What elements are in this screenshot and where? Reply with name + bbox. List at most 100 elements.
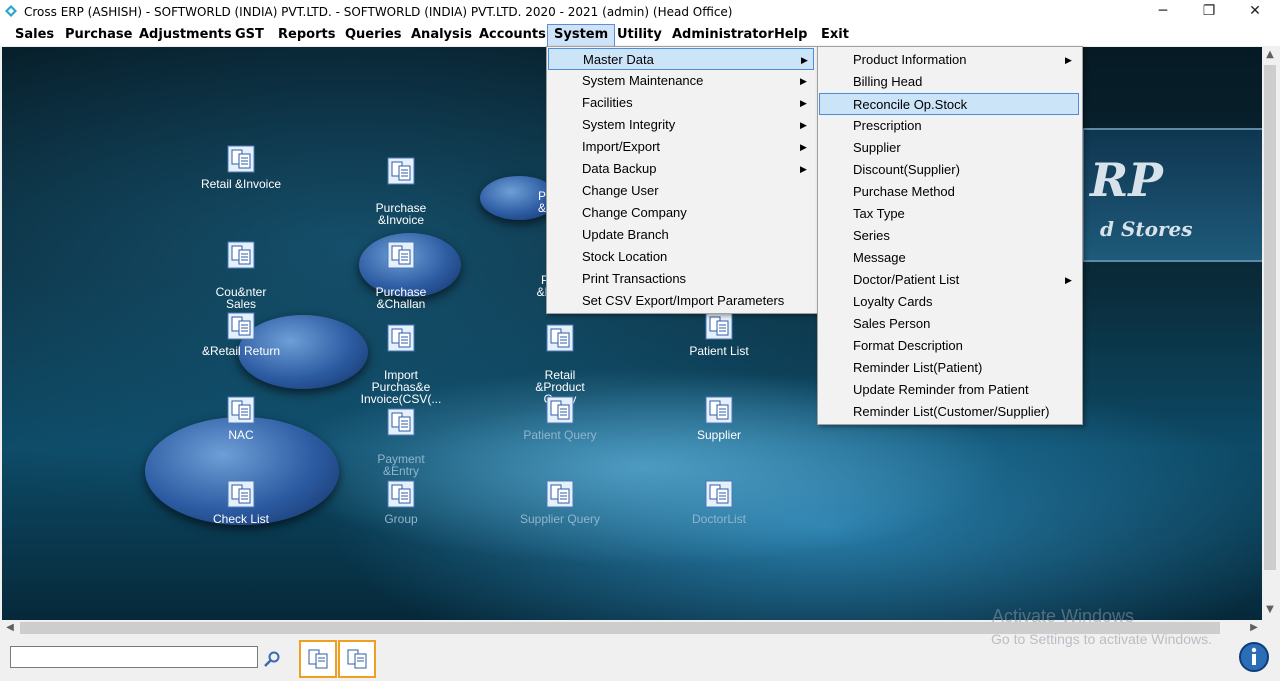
scroll-up-arrow-icon[interactable]: ▲ — [1262, 47, 1278, 63]
shortcut-patient-list[interactable]: Patient List — [664, 311, 774, 357]
document-icon — [546, 480, 574, 508]
system-menu-item[interactable]: Set CSV Export/Import Parameters — [548, 290, 814, 312]
menu-sales[interactable]: Sales — [15, 27, 54, 42]
menu-item-label: System Integrity — [582, 117, 676, 132]
master-data-menu-item[interactable]: Update Reminder from Patient — [819, 379, 1079, 401]
shortcut-nac[interactable]: NAC — [186, 395, 296, 441]
menu-item-label: Supplier — [853, 140, 901, 155]
shortcut-retail-invoice[interactable]: Retail &Invoice — [186, 144, 296, 190]
shortcut-payment-entry[interactable]: Payment &Entry — [346, 395, 456, 477]
shortcut-retail-return[interactable]: &Retail Return — [186, 311, 296, 357]
scroll-left-arrow-icon[interactable]: ◀ — [2, 620, 18, 636]
system-menu-item[interactable]: Print Transactions — [548, 268, 814, 290]
master-data-menu-item[interactable]: Purchase Method — [819, 181, 1079, 203]
menu-analysis[interactable]: Analysis — [411, 27, 472, 42]
system-menu-item[interactable]: Change User — [548, 180, 814, 202]
shortcut-label: DoctorList — [691, 512, 747, 526]
shortcut-counter-sales[interactable]: Cou&nter Sales — [186, 228, 296, 310]
document-icon — [308, 649, 328, 669]
master-data-menu-item[interactable]: Series — [819, 225, 1079, 247]
master-data-menu-item[interactable]: Sales Person — [819, 313, 1079, 335]
document-icon — [227, 480, 255, 508]
menu-help[interactable]: Help — [774, 27, 807, 42]
scroll-right-arrow-icon[interactable]: ▶ — [1246, 620, 1262, 636]
minimize-button[interactable]: ─ — [1140, 0, 1186, 24]
restore-button[interactable]: ❐ — [1186, 0, 1232, 24]
menu-gst[interactable]: GST — [235, 27, 264, 42]
master-data-menu-item[interactable]: Billing Head — [819, 71, 1079, 93]
shortcut-check-list[interactable]: Check List — [186, 479, 296, 525]
system-menu-item[interactable]: Facilities ▶ — [548, 92, 814, 114]
document-icon — [546, 396, 574, 424]
system-menu-item[interactable]: Data Backup ▶ — [548, 158, 814, 180]
master-data-menu-item[interactable]: Supplier — [819, 137, 1079, 159]
submenu-arrow-icon: ▶ — [1065, 55, 1072, 65]
scroll-down-arrow-icon[interactable]: ▼ — [1262, 602, 1278, 618]
magnifier-icon[interactable] — [263, 650, 281, 668]
app-logo-icon — [5, 5, 17, 17]
menu-adjustments[interactable]: Adjustments — [139, 27, 232, 42]
master-data-menu-item[interactable]: Discount(Supplier) — [819, 159, 1079, 181]
menu-item-label: Data Backup — [582, 161, 657, 176]
master-data-menu-item[interactable]: Tax Type — [819, 203, 1079, 225]
submenu-arrow-icon: ▶ — [800, 164, 807, 174]
menu-item-label: Billing Head — [853, 74, 923, 89]
menu-item-label: Discount(Supplier) — [853, 162, 960, 177]
system-menu-item[interactable]: Stock Location — [548, 246, 814, 268]
system-menu-item[interactable]: Import/Export ▶ — [548, 136, 814, 158]
close-button[interactable]: ✕ — [1232, 0, 1278, 24]
menu-queries[interactable]: Queries — [345, 27, 402, 42]
document-icon — [387, 241, 415, 269]
menu-reports[interactable]: Reports — [278, 27, 335, 42]
shortcut-retail-product-query[interactable]: Retail &Product Query — [505, 311, 615, 405]
submenu-arrow-icon: ▶ — [800, 142, 807, 152]
scroll-thumb[interactable] — [1264, 65, 1276, 570]
shortcut-purchase-challan[interactable]: Purchase &Challan — [346, 228, 456, 310]
menu-item-label: Prescription — [853, 118, 922, 133]
system-menu-item[interactable]: Change Company — [548, 202, 814, 224]
shortcut-label: Patient List — [689, 344, 749, 358]
master-data-menu-item[interactable]: Product Information ▶ — [819, 49, 1079, 71]
shortcut-import-purchase[interactable]: Import Purchas&e Invoice(CSV(... — [346, 311, 456, 405]
shortcut-group[interactable]: Group — [346, 479, 456, 525]
shortcut-supplier-query[interactable]: Supplier Query — [505, 479, 615, 525]
shortcut-doctor-list[interactable]: DoctorList — [664, 479, 774, 525]
shortcut-label: Supplier Query — [519, 512, 601, 526]
menu-system[interactable]: System — [547, 24, 616, 48]
system-menu-item[interactable]: System Maintenance ▶ — [548, 70, 814, 92]
system-menu-item[interactable]: Update Branch — [548, 224, 814, 246]
master-data-menu-item[interactable]: Loyalty Cards — [819, 291, 1079, 313]
menu-administrator[interactable]: Administrator — [672, 27, 774, 42]
system-menu-item[interactable]: System Integrity ▶ — [548, 114, 814, 136]
menu-exit[interactable]: Exit — [821, 27, 849, 42]
shortcut-label: Check List — [212, 512, 270, 526]
menu-utility[interactable]: Utility — [617, 27, 662, 42]
submenu-arrow-icon: ▶ — [800, 98, 807, 108]
info-icon[interactable] — [1238, 641, 1270, 673]
master-data-menu-item[interactable]: Reminder List(Customer/Supplier) — [819, 401, 1079, 423]
taskbar-window-button[interactable] — [299, 640, 337, 678]
shortcut-purchase-invoice[interactable]: Purchase &Invoice — [346, 144, 456, 226]
vertical-scrollbar[interactable]: ▲ ▼ — [1262, 47, 1278, 620]
document-icon — [705, 312, 733, 340]
taskbar-window-button[interactable] — [338, 640, 376, 678]
menu-purchase[interactable]: Purchase — [65, 27, 132, 42]
menu-item-label: Message — [853, 250, 906, 265]
master-data-menu-item[interactable]: Message — [819, 247, 1079, 269]
master-data-menu-item[interactable]: Prescription — [819, 115, 1079, 137]
system-menu-item[interactable]: Master Data ▶ — [548, 48, 814, 70]
document-icon — [705, 396, 733, 424]
menu-item-label: Purchase Method — [853, 184, 955, 199]
master-data-menu-item[interactable]: Format Description — [819, 335, 1079, 357]
search-input[interactable] — [10, 646, 258, 668]
menu-accounts[interactable]: Accounts — [479, 27, 546, 42]
shortcut-patient-query[interactable]: Patient Query — [505, 395, 615, 441]
shortcut-label: Payment &Entry — [377, 452, 425, 478]
shortcut-supplier[interactable]: Supplier — [664, 395, 774, 441]
master-data-menu-item[interactable]: Doctor/Patient List ▶ — [819, 269, 1079, 291]
master-data-menu-item[interactable]: Reconcile Op.Stock — [819, 93, 1079, 115]
menu-item-label: Update Branch — [582, 227, 669, 242]
submenu-arrow-icon: ▶ — [800, 120, 807, 130]
menu-item-label: Import/Export — [582, 139, 661, 154]
master-data-menu-item[interactable]: Reminder List(Patient) — [819, 357, 1079, 379]
